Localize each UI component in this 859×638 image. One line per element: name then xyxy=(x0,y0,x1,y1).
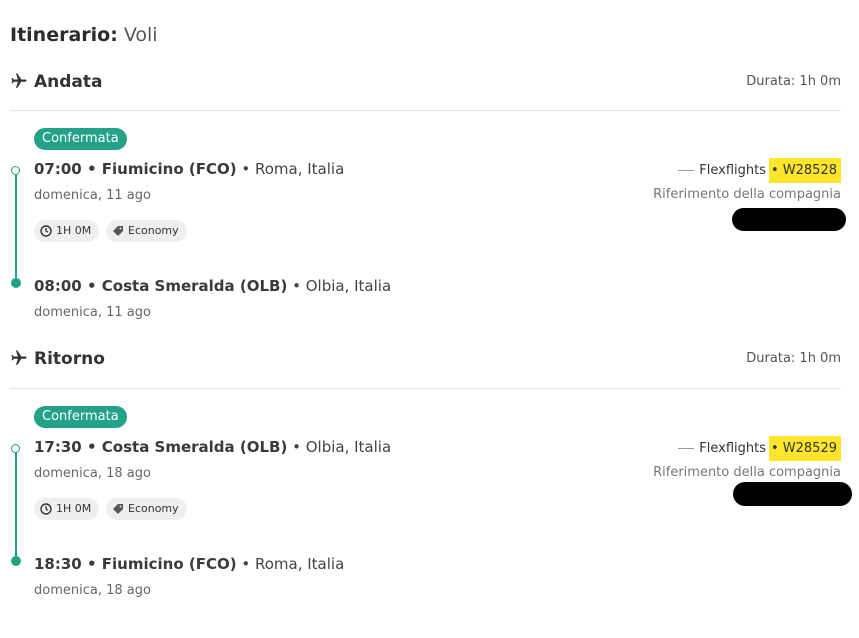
departure-date: domenica, 11 ago xyxy=(34,188,151,203)
tag-icon xyxy=(113,504,123,514)
class-chip: Economy xyxy=(106,220,187,242)
departure-city: • Roma, Italia xyxy=(241,160,345,178)
title-label: Itinerario: xyxy=(10,24,118,46)
airline-name: Flexflights xyxy=(699,441,766,456)
arrival-city: • Olbia, Italia xyxy=(292,277,392,295)
airline-info: Flexflights • W28529 xyxy=(678,436,841,461)
airline-reference-label: Riferimento della compagnia xyxy=(653,187,841,202)
timeline-line xyxy=(15,172,17,283)
duration-chip: 1H 0M xyxy=(34,498,100,520)
duration-chip-label: 1H 0M xyxy=(56,224,92,237)
airline-logo xyxy=(678,170,695,171)
section-title: Andata xyxy=(34,72,103,92)
arrival-city: • Roma, Italia xyxy=(241,555,345,573)
arrival-time-airport: 08:00 • Costa Smeralda (OLB) xyxy=(34,277,288,295)
airline-reference-label: Riferimento della compagnia xyxy=(653,465,841,480)
section-header-andata: Andata Durata: 1h 0m xyxy=(10,72,841,96)
status-badge: Confermata xyxy=(34,406,127,428)
section-title: Ritorno xyxy=(34,349,105,369)
arrival-line: 08:00 • Costa Smeralda (OLB) • Olbia, It… xyxy=(34,277,391,295)
title-value: Voli xyxy=(123,24,158,46)
airline-name: Flexflights xyxy=(699,163,766,178)
class-chip: Economy xyxy=(106,498,187,520)
departure-line: 17:30 • Costa Smeralda (OLB) • Olbia, It… xyxy=(34,438,391,456)
section-duration: Durata: 1h 0m xyxy=(746,74,841,89)
duration-chip: 1H 0M xyxy=(34,220,100,242)
clock-icon xyxy=(40,503,52,515)
status-badge: Confermata xyxy=(34,128,127,150)
arrival-date: domenica, 18 ago xyxy=(34,583,151,598)
departure-city: • Olbia, Italia xyxy=(292,438,392,456)
timeline-start-dot xyxy=(11,166,20,175)
arrival-time-airport: 18:30 • Fiumicino (FCO) xyxy=(34,555,237,573)
tag-icon xyxy=(113,226,123,236)
airplane-icon xyxy=(11,73,27,88)
flight-number: • W28529 xyxy=(768,436,841,461)
divider xyxy=(10,388,841,389)
class-chip-label: Economy xyxy=(128,224,179,237)
departure-line: 07:00 • Fiumicino (FCO) • Roma, Italia xyxy=(34,160,344,178)
redacted-reference xyxy=(733,482,852,506)
timeline-start-dot xyxy=(11,444,20,453)
departure-time-airport: 17:30 • Costa Smeralda (OLB) xyxy=(34,438,288,456)
timeline-end-dot xyxy=(11,278,21,288)
arrival-line: 18:30 • Fiumicino (FCO) • Roma, Italia xyxy=(34,555,344,573)
section-header-ritorno: Ritorno Durata: 1h 0m xyxy=(10,349,841,373)
clock-icon xyxy=(40,225,52,237)
divider xyxy=(10,110,841,111)
departure-date: domenica, 18 ago xyxy=(34,466,151,481)
departure-time-airport: 07:00 • Fiumicino (FCO) xyxy=(34,160,237,178)
section-duration: Durata: 1h 0m xyxy=(746,351,841,366)
redacted-reference xyxy=(732,208,846,231)
timeline-end-dot xyxy=(11,556,21,566)
timeline-line xyxy=(15,450,17,561)
page-title: Itinerario: Voli xyxy=(10,24,158,46)
airplane-icon xyxy=(11,350,27,365)
flight-number: • W28528 xyxy=(768,158,841,183)
airline-info: Flexflights • W28528 xyxy=(678,158,841,183)
airline-logo xyxy=(678,448,695,449)
class-chip-label: Economy xyxy=(128,502,179,515)
duration-chip-label: 1H 0M xyxy=(56,502,92,515)
arrival-date: domenica, 11 ago xyxy=(34,305,151,320)
